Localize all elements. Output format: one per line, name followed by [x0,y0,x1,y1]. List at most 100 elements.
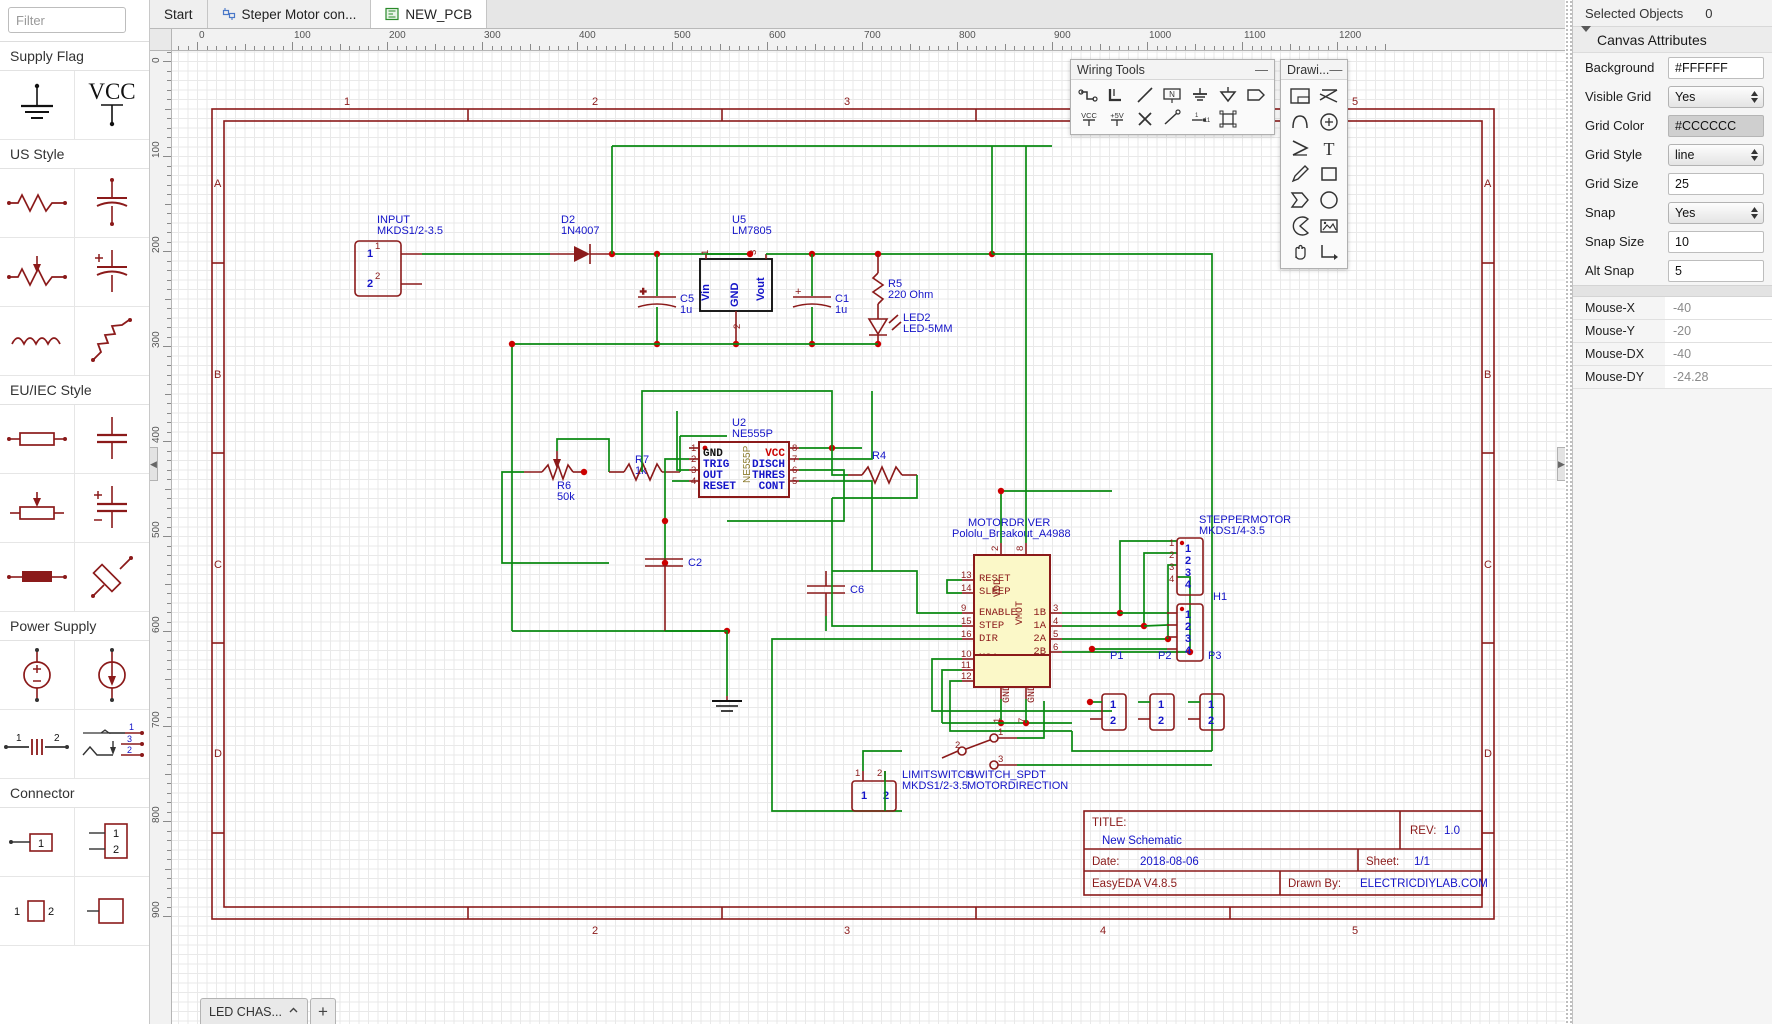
plus5v-flag-tool[interactable]: +5V [1104,108,1130,130]
pin-tool[interactable] [1160,108,1186,130]
symbol-resistor-eu[interactable] [0,405,75,473]
circle-plus-tool[interactable] [1315,110,1342,134]
category-connector[interactable]: Connector [0,779,149,808]
pin-number-tool[interactable]: 1 11 [1187,108,1213,130]
selected-objects-count: 0 [1705,5,1713,21]
svg-text:1: 1 [1208,699,1214,711]
vertical-ruler[interactable]: 0 100 200 300 400 500 600 700 800 900 [150,51,172,1024]
arrow-tool[interactable] [1286,136,1313,160]
symbol-header-2pin[interactable]: 1 2 [74,808,149,876]
collapse-right-handle[interactable]: ▶ [1557,447,1565,481]
netport-tool[interactable] [1243,84,1269,106]
category-power-supply[interactable]: Power Supply [0,612,149,641]
schematic-drawing[interactable]: .w { stroke:#0a8a12; stroke-width:1.7; f… [172,51,1565,951]
tab-new-pcb[interactable]: NEW_PCB [371,0,488,28]
netflag-gnd-tool[interactable] [1187,84,1213,106]
pencil-tool[interactable] [1286,162,1313,186]
tab-label: Start [164,6,193,22]
collapse-triangle-icon[interactable] [1581,25,1591,48]
sheet-symbol-tool[interactable] [1215,108,1241,130]
drawing-tools-body: T [1281,80,1347,268]
add-sheet-button[interactable]: + [309,998,336,1024]
category-eu-iec-style[interactable]: EU/IEC Style [0,376,149,405]
symbol-resistor-us[interactable] [0,169,75,237]
pentagon-tool[interactable] [1286,188,1313,212]
attr-input-background[interactable]: #FFFFFF [1668,56,1764,79]
minimize-icon[interactable]: — [1329,63,1342,76]
vcc-flag-tool[interactable]: VCC [1076,108,1102,130]
symbol-capacitor-eu[interactable] [74,405,149,473]
attr-label: Visible Grid [1585,89,1652,104]
symbol-battery[interactable]: 1 2 [0,710,75,778]
symbol-ground[interactable] [0,71,75,139]
horizontal-ruler[interactable]: 0 100 200 300 400 500 600 700 800 900 1000 1100 1200 [150,29,1565,51]
category-us-style[interactable]: US Style [0,140,149,169]
svg-text:1: 1 [1195,113,1199,119]
attr-select-snap[interactable]: Yes [1668,201,1764,224]
wiring-tools-palette[interactable]: Wiring Tools — N VCC +5V 1 11 [1070,59,1275,135]
no-connect-tool[interactable] [1132,108,1158,130]
tab-stepper-motor[interactable]: Steper Motor con... [207,0,372,28]
ellipse-tool[interactable] [1315,188,1342,212]
attr-input-alt-snap[interactable]: 5 [1668,259,1764,282]
rect-tool[interactable] [1315,162,1342,186]
ruler-corner [150,29,172,51]
symbol-resistor-diagonal-eu[interactable] [74,543,149,611]
symbol-capacitor-polarized-eu[interactable] [74,474,149,542]
filter-input[interactable] [8,7,126,33]
wire-tool[interactable] [1076,84,1102,106]
attr-select-visible-grid[interactable]: Yes [1668,85,1764,108]
netlabel-tool[interactable]: N [1160,84,1186,106]
mouse-readout-rows: Mouse-X -40 Mouse-Y -20 Mouse-DX -40 Mouse-DY -… [1573,297,1772,389]
category-supply-flag[interactable]: Supply Flag [0,42,149,71]
mouse-label: Mouse-DY [1585,370,1645,384]
svg-text:1u: 1u [835,304,847,316]
netflag-arrow-tool[interactable] [1215,84,1241,106]
panel-resize-grip[interactable] [1565,0,1572,1024]
minimize-icon[interactable]: — [1255,63,1268,76]
attr-input-snap-size[interactable]: 10 [1668,230,1764,253]
attr-input-grid-size[interactable]: 25 [1668,172,1764,195]
chevron-up-icon[interactable] [288,1005,299,1019]
symbol-transformer-tap[interactable]: 1 3 2 [74,710,149,778]
symbol-capacitor[interactable] [74,169,149,237]
hand-tool[interactable] [1286,240,1313,264]
svg-text:2: 2 [48,906,54,918]
symbol-header-1pin[interactable]: 1 [0,808,75,876]
bus-tool[interactable] [1104,84,1130,106]
pie-tool[interactable] [1286,214,1313,238]
tb-drawn-value: ELECTRICDIYLAB.COM [1360,878,1488,890]
polyline-tool[interactable] [1315,84,1342,108]
frame-tool[interactable] [1286,84,1313,108]
symbol-potentiometer-us[interactable] [0,238,75,306]
symbol-resistor-diagonal[interactable] [74,307,149,375]
bus-entry-tool[interactable] [1132,84,1158,106]
attr-select-grid-style[interactable]: line [1668,143,1764,166]
svg-text:P2: P2 [1158,650,1171,662]
canvas-attributes-header[interactable]: Canvas Attributes [1573,25,1772,53]
attr-label: Snap [1585,205,1616,220]
symbol-vcc[interactable]: VCC [74,71,149,139]
drawing-tools-palette[interactable]: Drawi... — T [1280,59,1348,269]
symbol-row [0,641,149,710]
symbol-inductor-us[interactable] [0,307,75,375]
svg-text:1: 1 [1185,543,1191,555]
symbol-capacitor-polarized[interactable] [74,238,149,306]
tab-start[interactable]: Start [150,0,208,28]
sheet-tab-led-chase[interactable]: LED CHAS... [200,998,308,1024]
symbol-current-source[interactable] [74,641,149,709]
schematic-canvas[interactable]: .w { stroke:#0a8a12; stroke-width:1.7; f… [172,51,1565,1024]
image-tool[interactable] [1315,214,1342,238]
symbol-voltage-source[interactable] [0,641,75,709]
text-tool[interactable]: T [1315,136,1342,160]
svg-text:2: 2 [367,278,373,290]
arc-tool[interactable] [1286,110,1313,134]
collapse-left-handle[interactable]: ◀ [150,447,158,481]
symbol-potentiometer-eu[interactable] [0,474,75,542]
symbol-connector-b[interactable] [74,877,149,945]
svg-text:3: 3 [1185,633,1191,645]
attr-input-grid-color[interactable]: #CCCCCC [1668,114,1764,137]
path-tool[interactable] [1315,240,1342,264]
symbol-resistor-filled[interactable] [0,543,75,611]
symbol-connector-a[interactable]: 1 2 [0,877,75,945]
